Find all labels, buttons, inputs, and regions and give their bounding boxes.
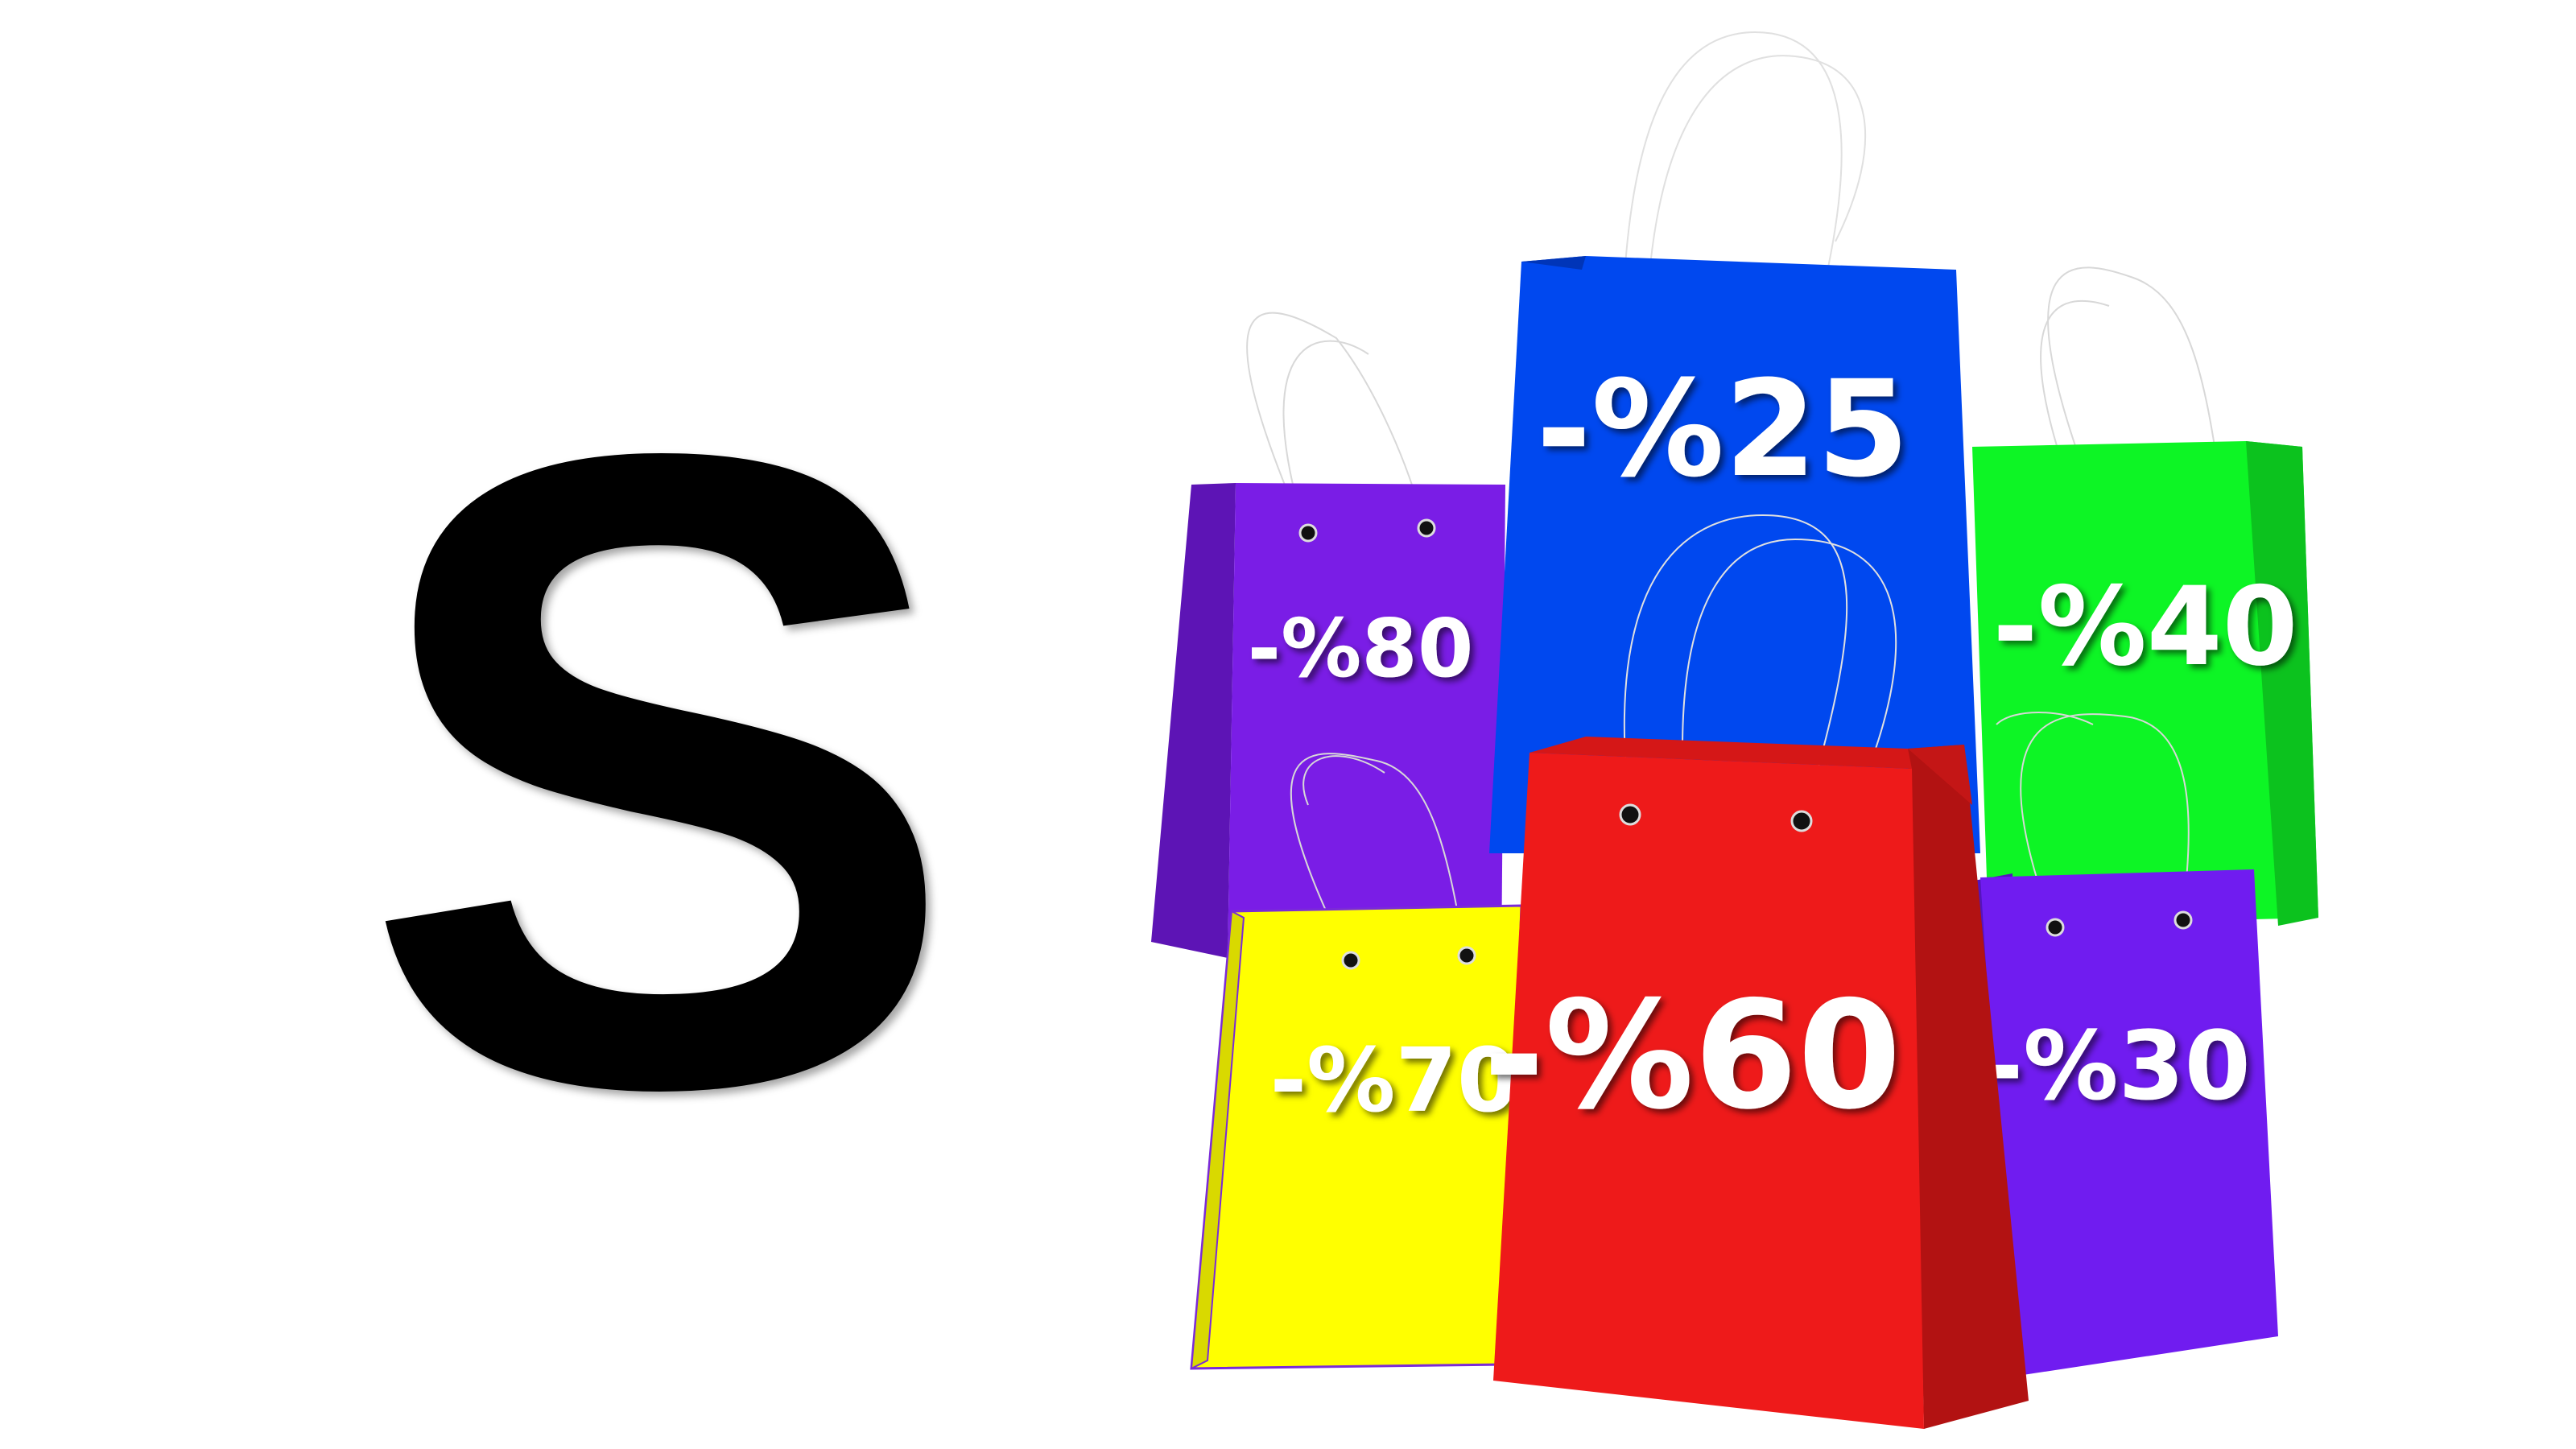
discount-label: -%25 [1536,352,1909,506]
bag-front [1980,869,2278,1377]
bag-front [1190,904,1523,1370]
discount-label: -%60 [1483,968,1901,1142]
shopping-sale-illustration: S -%80 -%25 -%40 -%30 -%70 -%60 [359,31,2318,1429]
shopping-bag-purple-back: -%80 [1151,312,1505,966]
big-letter: S [359,267,960,1274]
discount-label: -%40 [1992,564,2297,690]
discount-label: -%80 [1248,601,1474,696]
bag-front [1228,483,1505,966]
bag-side [1151,483,1236,958]
discount-label: -%30 [1984,1010,2250,1121]
shopping-bag-blue: -%25 [1489,31,1980,853]
discount-label: -%70 [1270,1029,1519,1132]
